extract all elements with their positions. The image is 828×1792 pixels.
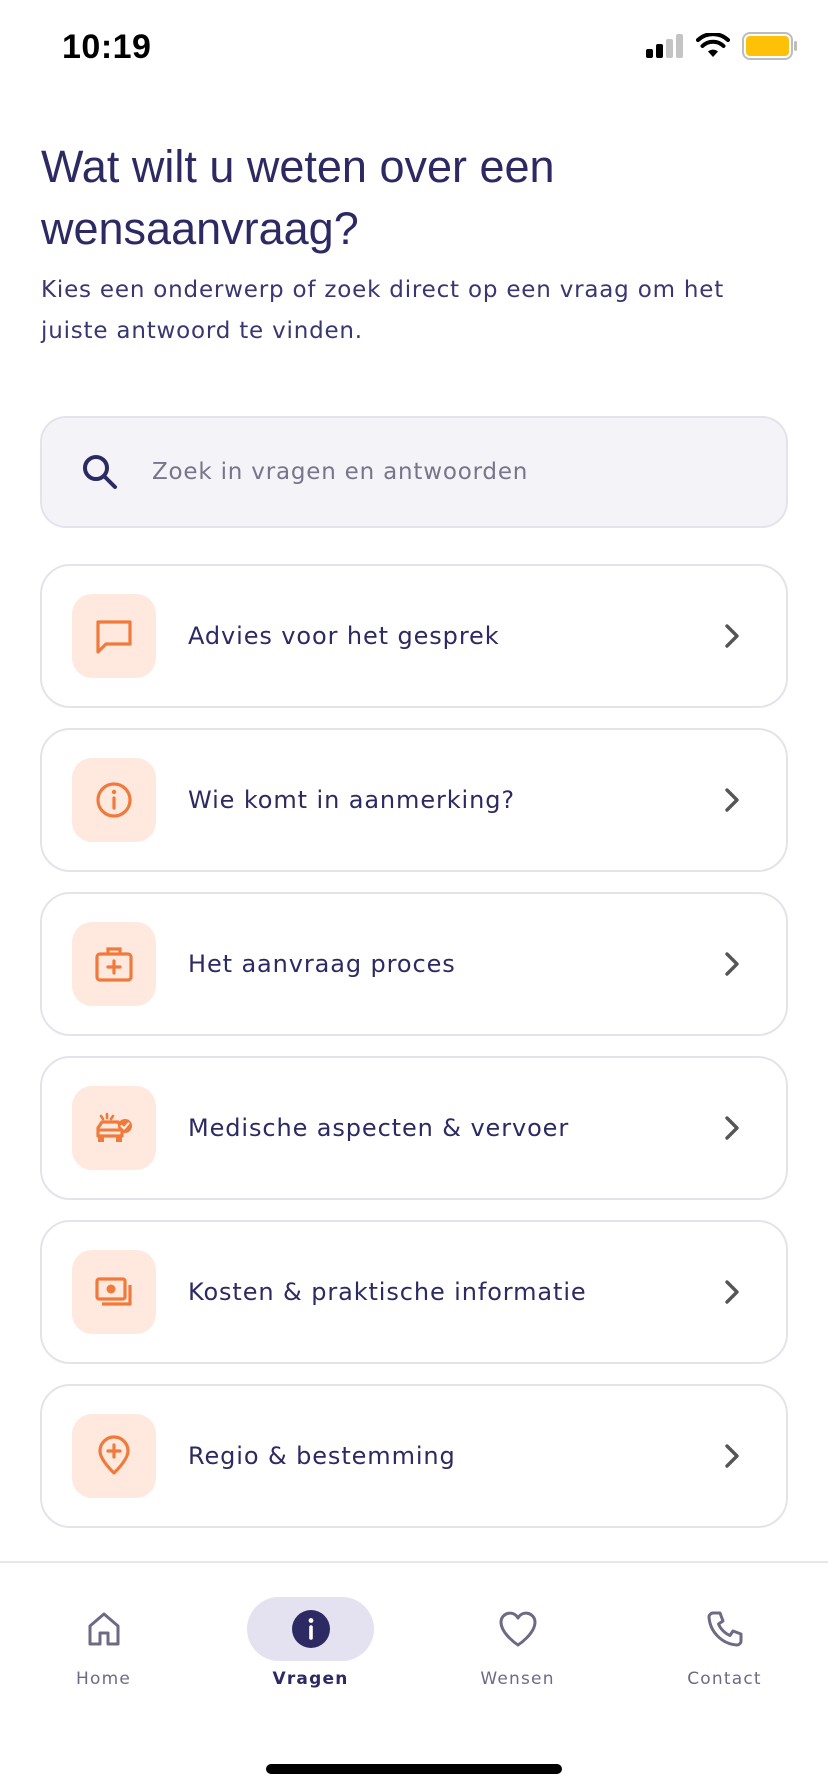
heart-icon bbox=[499, 1611, 536, 1647]
tab-label: Home bbox=[75, 1669, 131, 1689]
topic-icon-box bbox=[72, 922, 156, 1006]
wifi-icon bbox=[696, 33, 730, 57]
tab-label: Vragen bbox=[272, 1669, 349, 1689]
tab-contact[interactable]: Contact bbox=[621, 1563, 828, 1713]
topic-label: Medische aspecten & vervoer bbox=[188, 1114, 570, 1142]
topic-advies-gesprek[interactable]: Advies voor het gesprek bbox=[40, 564, 788, 708]
page-title: Wat wilt u weten over een wensaanvraag? bbox=[41, 141, 555, 254]
page-subtitle: Kies een onderwerp of zoek direct op een… bbox=[41, 277, 725, 344]
topic-label: Advies voor het gesprek bbox=[188, 622, 500, 650]
topic-wie-komt-in-aanmerking[interactable]: Wie komt in aanmerking? bbox=[40, 728, 788, 872]
tab-vragen[interactable]: Vragen bbox=[207, 1563, 414, 1713]
chat-bubble-icon bbox=[96, 620, 132, 654]
search-input[interactable] bbox=[152, 418, 752, 526]
tab-label: Contact bbox=[687, 1669, 762, 1689]
tab-wensen[interactable]: Wensen bbox=[414, 1563, 621, 1713]
location-plus-icon bbox=[98, 1435, 130, 1475]
info-icon bbox=[291, 1610, 330, 1648]
topic-icon-box bbox=[72, 1086, 156, 1170]
phone-icon bbox=[707, 1611, 742, 1647]
topic-medische-aspecten-vervoer[interactable]: Medische aspecten & vervoer bbox=[40, 1056, 788, 1200]
topic-regio-bestemming[interactable]: Regio & bestemming bbox=[40, 1384, 788, 1528]
status-bar: 10:19 bbox=[0, 0, 828, 100]
cellular-signal-icon bbox=[646, 34, 683, 58]
home-indicator[interactable] bbox=[266, 1764, 562, 1774]
topic-label: Het aanvraag proces bbox=[188, 950, 456, 978]
tab-icon-wrap bbox=[247, 1597, 374, 1661]
chevron-right-icon bbox=[725, 952, 739, 976]
ambulance-check-icon bbox=[96, 1112, 132, 1142]
chevron-right-icon bbox=[725, 1444, 739, 1468]
topic-label: Kosten & praktische informatie bbox=[188, 1278, 587, 1306]
tab-label: Wensen bbox=[480, 1669, 555, 1689]
topic-icon-box bbox=[72, 1414, 156, 1498]
tab-home[interactable]: Home bbox=[0, 1563, 207, 1713]
topic-label: Wie komt in aanmerking? bbox=[188, 786, 516, 814]
money-icon bbox=[95, 1277, 132, 1306]
topic-icon-box bbox=[72, 594, 156, 678]
topic-aanvraag-proces[interactable]: Het aanvraag proces bbox=[40, 892, 788, 1036]
topic-label: Regio & bestemming bbox=[188, 1442, 456, 1470]
tab-icon-wrap bbox=[661, 1597, 788, 1661]
search-icon bbox=[83, 455, 117, 489]
chevron-right-icon bbox=[725, 1116, 739, 1140]
tab-icon-wrap bbox=[454, 1597, 581, 1661]
search-bar[interactable] bbox=[40, 416, 788, 528]
topic-icon-box bbox=[72, 758, 156, 842]
battery-icon bbox=[742, 32, 797, 60]
tab-bar: Home Vragen Wensen Contact bbox=[0, 1561, 828, 1792]
topic-kosten-praktische-informatie[interactable]: Kosten & praktische informatie bbox=[40, 1220, 788, 1364]
status-time: 10:19 bbox=[62, 28, 152, 66]
screen: 10:19 Wat wilt u weten over een wensaanv… bbox=[0, 0, 828, 1792]
chevron-right-icon bbox=[725, 624, 739, 648]
topic-icon-box bbox=[72, 1250, 156, 1334]
chevron-right-icon bbox=[725, 1280, 739, 1304]
status-icons bbox=[646, 32, 798, 60]
medical-bag-icon bbox=[95, 947, 133, 982]
home-icon bbox=[88, 1612, 119, 1646]
info-circle-icon bbox=[96, 782, 132, 818]
tab-icon-wrap bbox=[40, 1597, 167, 1661]
chevron-right-icon bbox=[725, 788, 739, 812]
